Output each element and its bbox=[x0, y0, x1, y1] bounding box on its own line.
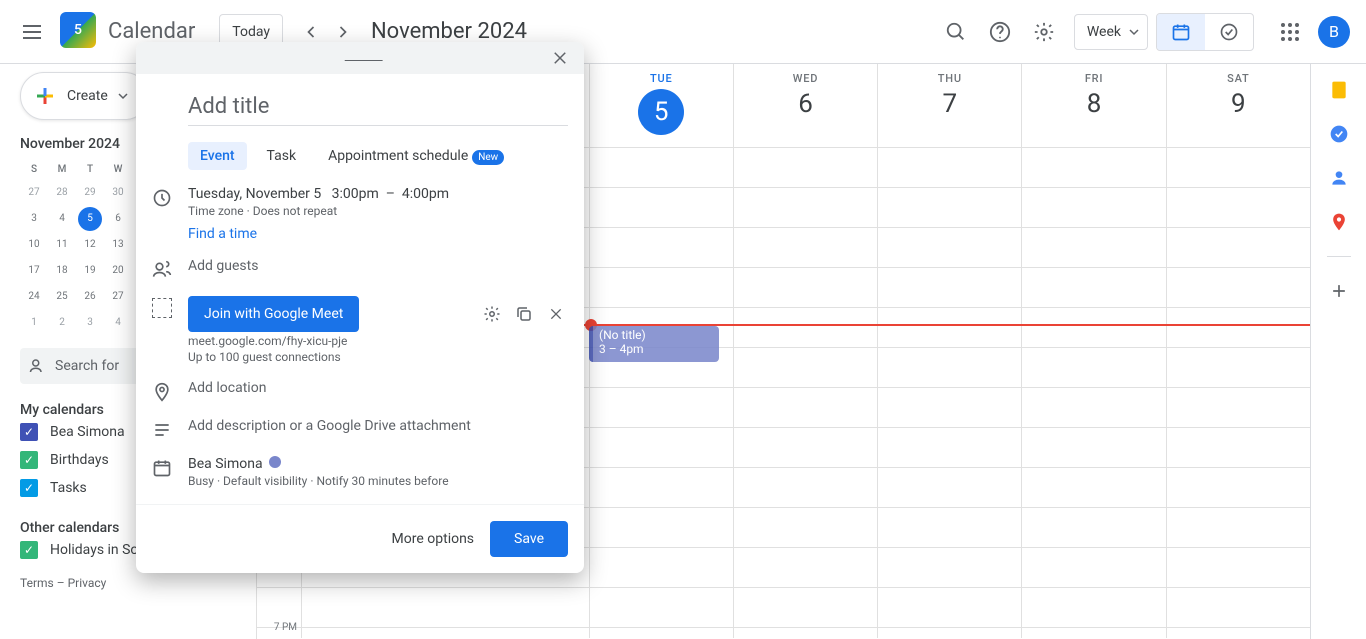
view-label: Week bbox=[1087, 24, 1121, 40]
tab-appointment[interactable]: Appointment scheduleNew bbox=[316, 142, 516, 170]
day-header-thu[interactable]: THU7 bbox=[877, 64, 1021, 147]
event-title-input[interactable] bbox=[188, 90, 568, 126]
meet-capacity: Up to 100 guest connections bbox=[188, 350, 568, 364]
terms-link[interactable]: Terms bbox=[20, 576, 54, 590]
location-icon bbox=[152, 382, 172, 402]
calendar-mode-button[interactable] bbox=[1157, 14, 1205, 50]
tasks-icon[interactable] bbox=[1329, 124, 1349, 144]
meet-url: meet.google.com/fhy-xicu-pje bbox=[188, 334, 568, 348]
footer-links: Terms – Privacy bbox=[20, 576, 244, 590]
people-icon bbox=[29, 357, 47, 375]
add-addon-button[interactable] bbox=[1329, 281, 1349, 301]
checkbox-icon[interactable]: ✓ bbox=[20, 451, 38, 469]
start-time[interactable]: 3:00pm bbox=[332, 186, 379, 202]
close-dialog-button[interactable] bbox=[544, 42, 576, 74]
clock-icon bbox=[152, 188, 172, 208]
tasks-mode-button[interactable] bbox=[1205, 14, 1253, 50]
day-header-wed[interactable]: WED6 bbox=[733, 64, 877, 147]
main-menu-button[interactable] bbox=[8, 8, 56, 56]
keep-icon[interactable] bbox=[1329, 80, 1349, 100]
calendar-logo: 5 bbox=[60, 12, 100, 52]
event-create-dialog: ⸻ Event Task Appointment scheduleNew Tue… bbox=[136, 42, 584, 573]
contacts-icon[interactable] bbox=[1329, 168, 1349, 188]
calendar-icon bbox=[152, 458, 172, 478]
privacy-link[interactable]: Privacy bbox=[68, 576, 107, 590]
settings-button[interactable] bbox=[1024, 12, 1064, 52]
description-icon bbox=[152, 420, 172, 440]
join-meet-button[interactable]: Join with Google Meet bbox=[188, 296, 359, 332]
event-time: 3 – 4pm bbox=[599, 342, 713, 356]
end-time[interactable]: 4:00pm bbox=[402, 186, 449, 202]
time-label-7pm: 7 PM bbox=[257, 622, 301, 638]
chevron-down-icon bbox=[118, 91, 128, 101]
mode-toggle-group bbox=[1156, 13, 1254, 51]
timezone-repeat-label[interactable]: Time zone · Does not repeat bbox=[188, 204, 568, 218]
drag-handle-icon[interactable]: ⸻ bbox=[344, 46, 376, 70]
event-date[interactable]: Tuesday, November 5 bbox=[188, 186, 321, 202]
meet-logo-icon bbox=[152, 298, 172, 318]
calendar-owner[interactable]: Bea Simona bbox=[188, 456, 263, 472]
side-panel bbox=[1310, 64, 1366, 639]
create-button[interactable]: Create bbox=[20, 72, 149, 120]
plus-icon bbox=[33, 84, 57, 108]
day-header-fri[interactable]: FRI8 bbox=[1021, 64, 1165, 147]
meet-settings-button[interactable] bbox=[480, 302, 504, 326]
google-apps-button[interactable] bbox=[1270, 12, 1310, 52]
calendar-color-dot bbox=[269, 456, 281, 468]
checkbox-icon[interactable]: ✓ bbox=[20, 541, 38, 559]
add-location-input[interactable]: Add location bbox=[188, 380, 568, 396]
add-description-input[interactable]: Add description or a Google Drive attach… bbox=[188, 418, 568, 434]
day-header-tue[interactable]: TUE5 bbox=[589, 64, 733, 147]
search-button[interactable] bbox=[936, 12, 976, 52]
account-avatar[interactable]: B bbox=[1318, 16, 1350, 48]
tab-task[interactable]: Task bbox=[255, 142, 309, 170]
app-title: Calendar bbox=[108, 19, 195, 44]
event-block[interactable]: (No title) 3 – 4pm bbox=[589, 326, 719, 362]
save-button[interactable]: Save bbox=[490, 521, 568, 557]
people-icon bbox=[152, 260, 172, 280]
day-header-sat[interactable]: SAT9 bbox=[1166, 64, 1310, 147]
find-time-link[interactable]: Find a time bbox=[188, 226, 568, 242]
visibility-notify-label[interactable]: Busy · Default visibility · Notify 30 mi… bbox=[188, 474, 568, 488]
create-label: Create bbox=[67, 88, 108, 104]
view-selector[interactable]: Week bbox=[1074, 14, 1148, 50]
support-button[interactable] bbox=[980, 12, 1020, 52]
checkbox-icon[interactable]: ✓ bbox=[20, 479, 38, 497]
add-guests-input[interactable]: Add guests bbox=[188, 258, 568, 274]
maps-icon[interactable] bbox=[1329, 212, 1349, 232]
tab-event[interactable]: Event bbox=[188, 142, 247, 170]
search-people-placeholder: Search for bbox=[55, 358, 119, 374]
more-options-button[interactable]: More options bbox=[392, 531, 475, 547]
current-month-label: November 2024 bbox=[371, 19, 527, 44]
chevron-down-icon bbox=[1129, 27, 1139, 37]
copy-meet-link-button[interactable] bbox=[512, 302, 536, 326]
event-title: (No title) bbox=[599, 328, 713, 342]
remove-meet-button[interactable] bbox=[544, 302, 568, 326]
checkbox-icon[interactable]: ✓ bbox=[20, 423, 38, 441]
logo-day-number: 5 bbox=[60, 12, 96, 48]
new-badge: New bbox=[472, 150, 504, 165]
